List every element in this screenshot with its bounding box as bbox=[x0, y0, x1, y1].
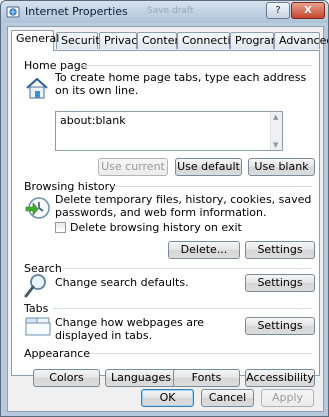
background-window-title: Save draft bbox=[147, 6, 194, 16]
scroll-up-icon[interactable]: ▲ bbox=[273, 113, 278, 121]
internet-properties-window: Internet Properties Save draft ? X Gener… bbox=[0, 0, 329, 417]
colors-button[interactable]: Colors bbox=[33, 369, 100, 387]
home-page-divider bbox=[80, 65, 312, 66]
magnifier-icon bbox=[24, 274, 46, 298]
url-scrollbar[interactable]: ▲ ▼ bbox=[270, 112, 282, 150]
tab-programs[interactable]: Programs bbox=[230, 32, 287, 49]
delete-on-exit-label[interactable]: Delete browsing history on exit bbox=[70, 221, 242, 234]
tab-content[interactable]: Content bbox=[137, 32, 186, 49]
tab-privacy[interactable]: Privacy bbox=[99, 32, 144, 49]
tabs-settings-button[interactable]: Settings bbox=[245, 317, 315, 335]
internet-options-icon bbox=[6, 6, 20, 18]
browsing-history-divider bbox=[112, 186, 312, 187]
home-page-url-input[interactable]: about:blank ▲ ▼ bbox=[55, 111, 283, 151]
delete-history-button[interactable]: Delete... bbox=[168, 241, 240, 259]
tab-connections[interactable]: Connections bbox=[177, 32, 250, 49]
home-page-description: To create home page tabs, type each addr… bbox=[55, 71, 307, 97]
home-page-url-value: about:blank bbox=[60, 114, 126, 127]
search-description: Change search defaults. bbox=[55, 276, 189, 289]
window-title: Internet Properties bbox=[25, 5, 128, 18]
appearance-divider bbox=[90, 353, 312, 354]
cancel-button[interactable]: Cancel bbox=[201, 389, 254, 407]
dialog-client: General Security Privacy Content Connect… bbox=[7, 26, 328, 412]
use-current-button[interactable]: Use current bbox=[98, 158, 168, 176]
use-default-button[interactable]: Use default bbox=[175, 158, 242, 176]
tab-advanced[interactable]: Advanced bbox=[274, 32, 328, 49]
general-tab-panel: Home page To create home page tabs, type… bbox=[11, 50, 320, 387]
languages-button[interactable]: Languages bbox=[105, 369, 177, 387]
home-icon bbox=[26, 77, 48, 99]
tab-general[interactable]: General bbox=[11, 30, 59, 51]
help-button[interactable]: ? bbox=[266, 2, 290, 19]
tabs-description: Change how webpages are displayed in tab… bbox=[55, 316, 205, 342]
history-settings-button[interactable]: Settings bbox=[245, 241, 315, 259]
title-bar[interactable]: Internet Properties Save draft ? X bbox=[1, 1, 328, 23]
fonts-button[interactable]: Fonts bbox=[173, 369, 240, 387]
tabs-icon bbox=[25, 317, 51, 336]
ok-button[interactable]: OK bbox=[141, 389, 194, 407]
delete-on-exit-checkbox[interactable] bbox=[55, 222, 66, 233]
appearance-label: Appearance bbox=[24, 347, 91, 360]
tab-strip: General Security Privacy Content Connect… bbox=[11, 30, 328, 51]
search-settings-button[interactable]: Settings bbox=[245, 274, 315, 292]
history-icon bbox=[25, 197, 50, 219]
tab-security[interactable]: Security bbox=[56, 32, 106, 49]
accessibility-button[interactable]: Accessibility bbox=[245, 369, 315, 387]
scroll-down-icon[interactable]: ▼ bbox=[273, 141, 278, 149]
browsing-history-description: Delete temporary files, history, cookies… bbox=[55, 193, 312, 219]
tabs-divider bbox=[54, 308, 312, 309]
close-button[interactable]: X bbox=[291, 2, 325, 19]
search-divider bbox=[64, 268, 312, 269]
apply-button[interactable]: Apply bbox=[261, 389, 314, 407]
use-blank-button[interactable]: Use blank bbox=[248, 158, 315, 176]
browsing-history-label: Browsing history bbox=[24, 180, 116, 193]
